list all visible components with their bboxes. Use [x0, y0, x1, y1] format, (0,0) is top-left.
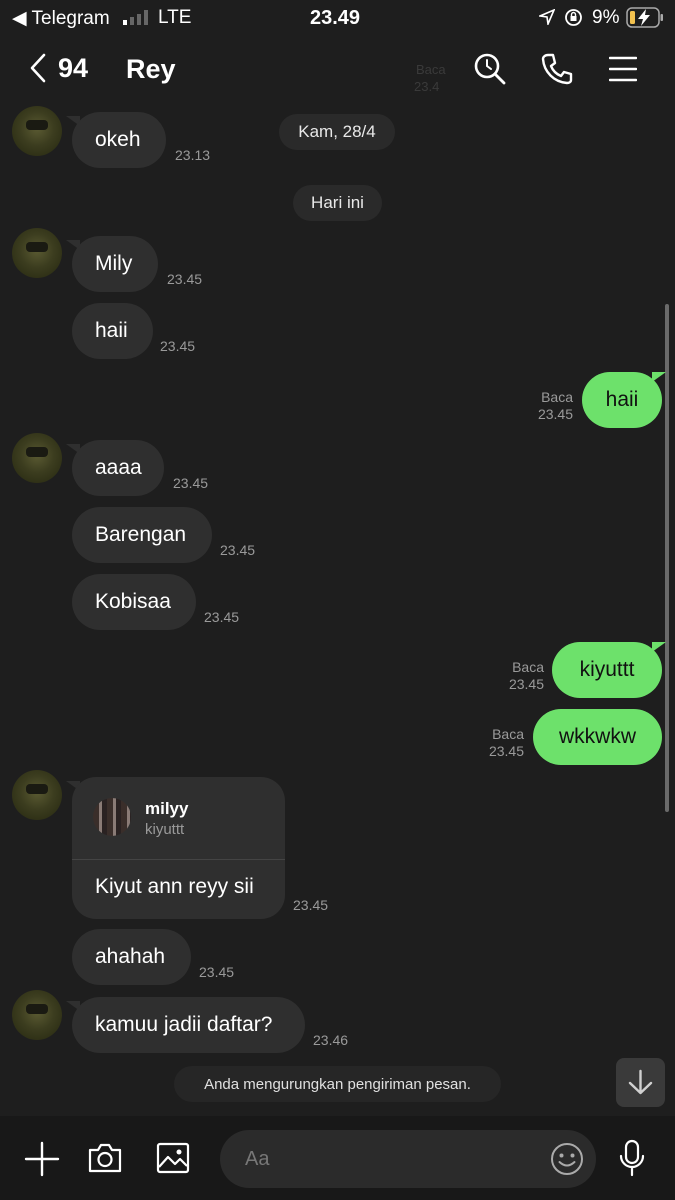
- unsend-notice: Anda mengurungkan pengiriman pesan.: [174, 1066, 501, 1102]
- avatar[interactable]: [12, 228, 62, 278]
- avatar[interactable]: [12, 770, 62, 820]
- camera-icon[interactable]: [87, 1140, 123, 1181]
- message-time: 23.45: [160, 338, 196, 354]
- status-bar: ◀ Telegram LTE 23.49 9%: [0, 0, 675, 36]
- faded-read-label: Baca: [416, 62, 446, 77]
- read-receipt: Baca 23.45: [508, 659, 544, 692]
- battery-label: 9%: [592, 7, 620, 28]
- chat-area[interactable]: Kam, 28/4 okeh 23.13 Hari ini Mily 23.45…: [0, 104, 675, 1116]
- search-icon[interactable]: [473, 52, 507, 91]
- plus-icon[interactable]: [24, 1141, 60, 1182]
- reply-quoted-text: kiyuttt: [145, 821, 185, 838]
- menu-icon[interactable]: [608, 56, 638, 87]
- bubble-tail: [652, 642, 666, 652]
- bubble-tail: [652, 372, 666, 382]
- message-time: 23.45: [173, 475, 209, 491]
- message-input[interactable]: Aa: [220, 1130, 596, 1188]
- contact-name[interactable]: Rey: [126, 54, 176, 85]
- reply-avatar: [93, 798, 131, 836]
- chevron-left-icon: [30, 53, 46, 83]
- emoji-icon[interactable]: [550, 1142, 584, 1181]
- incoming-message[interactable]: Kobisaa: [72, 574, 196, 630]
- incoming-message[interactable]: haii: [72, 303, 153, 359]
- image-icon[interactable]: [155, 1140, 191, 1181]
- reply-sender: milyy: [145, 799, 189, 818]
- unread-count: 94: [58, 52, 89, 83]
- read-receipt: Baca 23.45: [488, 726, 524, 759]
- avatar[interactable]: [12, 990, 62, 1040]
- phone-icon[interactable]: [540, 52, 574, 91]
- location-icon: [537, 8, 556, 31]
- outgoing-message[interactable]: haii: [582, 372, 662, 428]
- scroll-to-bottom-button[interactable]: [616, 1058, 665, 1107]
- incoming-reply-message[interactable]: milyy kiyuttt Kiyut ann reyy sii: [72, 777, 285, 919]
- back-to-app-link[interactable]: ◀ Telegram: [12, 7, 110, 30]
- reply-divider: [72, 859, 285, 860]
- rotation-lock-icon: [564, 8, 583, 33]
- message-time: 23.45: [167, 271, 203, 287]
- incoming-message[interactable]: okeh: [72, 112, 166, 168]
- incoming-message[interactable]: ahahah: [72, 929, 191, 985]
- arrow-down-icon: [628, 1069, 653, 1095]
- message-time: 23.13: [175, 147, 211, 163]
- outgoing-message[interactable]: kiyuttt: [552, 642, 662, 698]
- message-time: 23.45: [204, 609, 240, 625]
- date-separator: Hari ini: [293, 185, 382, 221]
- read-receipt: Baca 23.45: [537, 389, 573, 422]
- date-separator: Kam, 28/4: [279, 114, 395, 150]
- avatar[interactable]: [12, 433, 62, 483]
- incoming-message[interactable]: Barengan: [72, 507, 212, 563]
- chat-header: 94 Rey Baca 23.4: [0, 36, 675, 104]
- message-time: 23.45: [293, 897, 329, 913]
- message-input-placeholder: Aa: [245, 1148, 270, 1170]
- incoming-message[interactable]: kamuu jadii daftar?: [72, 997, 305, 1053]
- back-button[interactable]: 94: [28, 52, 88, 84]
- clock: 23.49: [310, 7, 361, 29]
- incoming-message[interactable]: aaaa: [72, 440, 164, 496]
- signal-icon: [123, 9, 153, 31]
- message-text: Kiyut ann reyy sii: [95, 875, 254, 898]
- avatar[interactable]: [12, 106, 62, 156]
- message-time: 23.45: [199, 964, 235, 980]
- outgoing-message[interactable]: wkkwkw: [533, 709, 662, 765]
- faded-time-label: 23.4: [414, 79, 440, 94]
- network-label: LTE: [158, 7, 192, 28]
- microphone-icon[interactable]: [616, 1139, 648, 1182]
- battery-icon: [626, 7, 664, 34]
- message-time: 23.46: [313, 1032, 349, 1048]
- message-time: 23.45: [220, 542, 256, 558]
- incoming-message[interactable]: Mily: [72, 236, 158, 292]
